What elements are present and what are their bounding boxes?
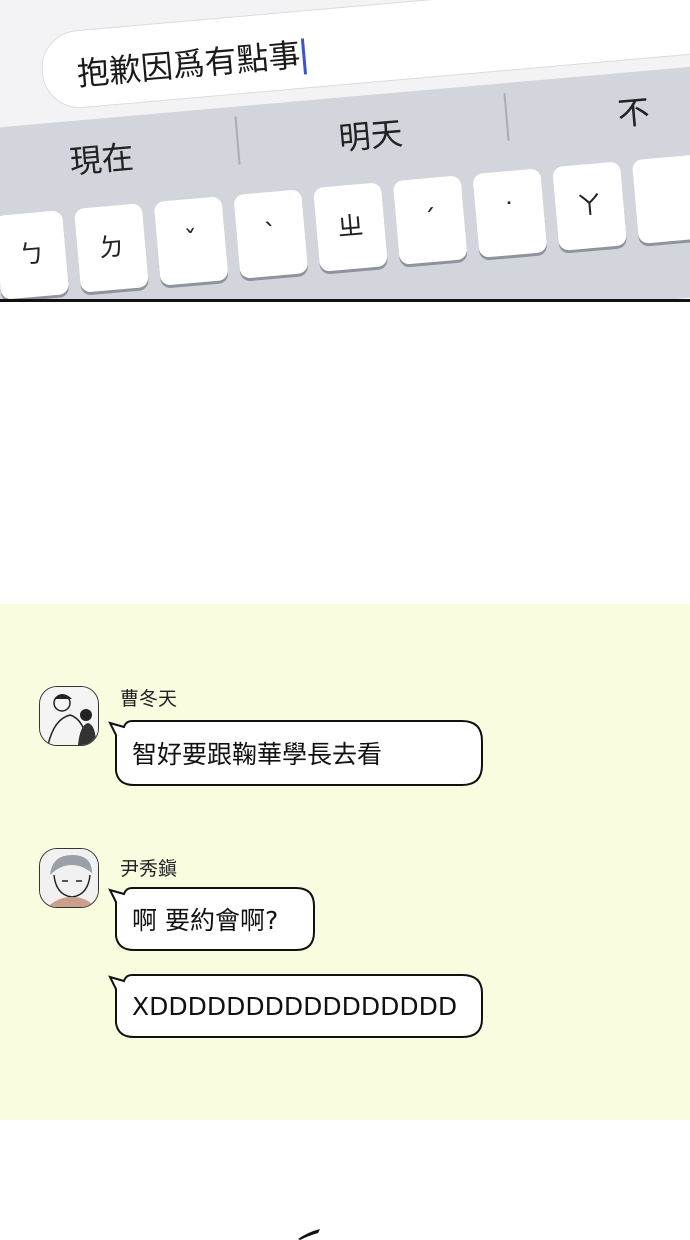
avatar[interactable]: [39, 848, 99, 908]
typed-text: 抱歉因爲有點事: [75, 29, 308, 95]
avatar-drawing-icon: [40, 849, 98, 907]
key[interactable]: ㄅ: [0, 210, 70, 300]
bubble-text: 智好要跟鞠華學長去看: [132, 740, 383, 769]
chat-bubble: 啊 要約會啊?: [108, 884, 318, 954]
suggestion-item[interactable]: 明天: [337, 108, 405, 159]
panel-border: [0, 299, 690, 302]
avatar-drawing-icon: [40, 687, 98, 745]
key[interactable]: ㄓ: [312, 182, 389, 272]
text-caret: [300, 38, 308, 75]
key[interactable]: ˋ: [233, 189, 309, 279]
suggestion-item[interactable]: 不: [616, 87, 652, 136]
bubble-text: XDDDDDDDDDDDDDDDD: [132, 991, 458, 1021]
sender-name: 尹秀鎭: [120, 858, 178, 880]
bubble-text: 啊 要約會啊?: [132, 906, 279, 935]
key[interactable]: ㄉ: [73, 203, 149, 293]
brush-stroke-icon: [298, 1229, 320, 1240]
key[interactable]: ˊ: [392, 175, 468, 265]
chat-bubble: 智好要跟鞠華學長去看: [108, 717, 486, 789]
chat-panel: 曹冬天 智好要跟鞠華學長去看 尹秀鎭 啊 要約會啊? XDDDDDDDDDDDD…: [0, 604, 690, 1120]
key[interactable]: ˇ: [153, 196, 229, 286]
key[interactable]: ˙: [472, 168, 548, 258]
avatar[interactable]: [39, 686, 99, 746]
suggestion-item[interactable]: 現在: [68, 132, 136, 183]
key[interactable]: ㄚ: [552, 161, 628, 251]
chat-bubble: XDDDDDDDDDDDDDDDD: [108, 971, 486, 1041]
key[interactable]: [631, 154, 690, 244]
sender-name: 曹冬天: [120, 688, 178, 710]
keyboard-panel: ☺ ↑ 抱歉因爲有點事 現在 明天 不 ㄅ ㄉ ˇ ˋ ㄓ ˊ ˙ ㄚ: [0, 0, 690, 300]
phone-keyboard: ☺ ↑ 抱歉因爲有點事 現在 明天 不 ㄅ ㄉ ˇ ˋ ㄓ ˊ ˙ ㄚ: [0, 0, 690, 300]
